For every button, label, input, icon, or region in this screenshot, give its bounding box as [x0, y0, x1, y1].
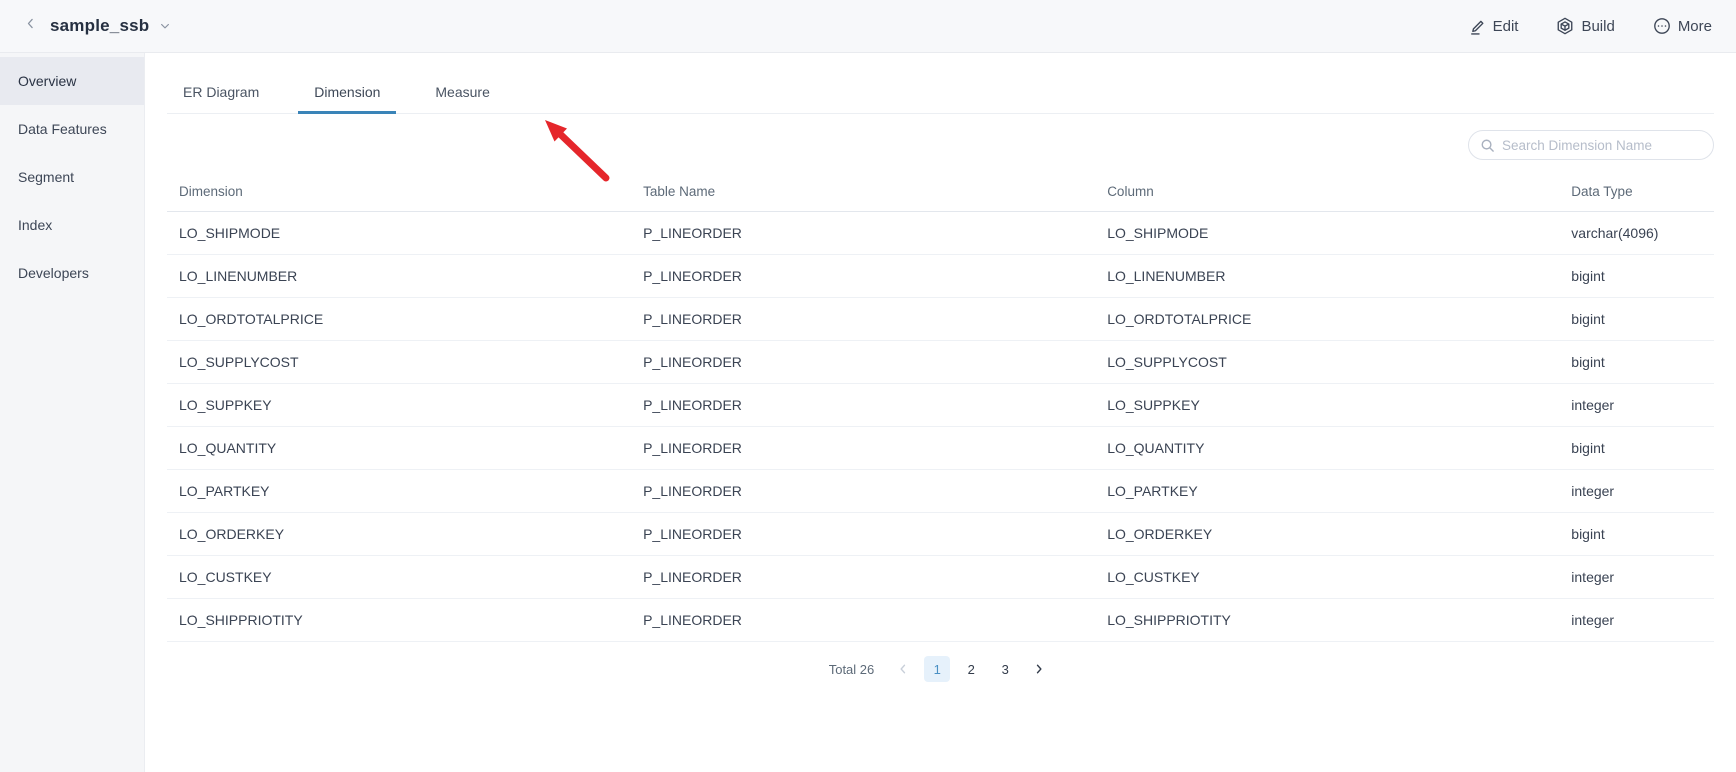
edit-label: Edit [1493, 18, 1519, 35]
table-row: LO_SHIPMODEP_LINEORDERLO_SHIPMODEvarchar… [167, 212, 1714, 255]
column-cell: LO_PARTKEY [1095, 470, 1559, 513]
dimension-cell: LO_ORDERKEY [167, 513, 631, 556]
dimension-cell: LO_SHIPMODE [167, 212, 631, 255]
data-type-cell: bigint [1559, 341, 1714, 384]
dimension-cell: LO_PARTKEY [167, 470, 631, 513]
table-row: LO_SHIPPRIOTITYP_LINEORDERLO_SHIPPRIOTIT… [167, 599, 1714, 642]
table-row: LO_ORDERKEYP_LINEORDERLO_ORDERKEYbigint [167, 513, 1714, 556]
data-type-cell: integer [1559, 384, 1714, 427]
build-button[interactable]: Build [1556, 17, 1614, 35]
search-icon [1480, 138, 1495, 153]
table-name-cell: P_LINEORDER [631, 212, 1095, 255]
table-row: LO_SUPPLYCOSTP_LINEORDERLO_SUPPLYCOSTbig… [167, 341, 1714, 384]
sidebar-item-overview[interactable]: Overview [0, 57, 144, 105]
dimension-cell: LO_SUPPKEY [167, 384, 631, 427]
tab-dimension[interactable]: Dimension [298, 75, 396, 114]
column-cell: LO_ORDTOTALPRICE [1095, 298, 1559, 341]
page-button-2[interactable]: 2 [958, 656, 984, 682]
column-header-column: Column [1095, 172, 1559, 212]
back-button[interactable] [24, 17, 37, 35]
column-cell: LO_SUPPLYCOST [1095, 341, 1559, 384]
column-cell: LO_SUPPKEY [1095, 384, 1559, 427]
more-button[interactable]: More [1653, 17, 1712, 35]
more-icon [1653, 17, 1671, 35]
dimension-cell: LO_ORDTOTALPRICE [167, 298, 631, 341]
table-name-cell: P_LINEORDER [631, 341, 1095, 384]
table-row: LO_PARTKEYP_LINEORDERLO_PARTKEYinteger [167, 470, 1714, 513]
dimension-cell: LO_LINENUMBER [167, 255, 631, 298]
table-row: LO_SUPPKEYP_LINEORDERLO_SUPPKEYinteger [167, 384, 1714, 427]
tab-bar: ER Diagram Dimension Measure [167, 75, 1714, 114]
data-type-cell: integer [1559, 470, 1714, 513]
sidebar-item-segment[interactable]: Segment [0, 153, 144, 201]
total-count-label: Total 26 [829, 662, 875, 677]
chevron-down-icon[interactable] [159, 20, 171, 32]
page-button-3[interactable]: 3 [992, 656, 1018, 682]
data-type-cell: bigint [1559, 255, 1714, 298]
sidebar: OverviewData FeaturesSegmentIndexDevelop… [0, 53, 145, 772]
main-content: ER DiagramDimensionMeasure DimensionTabl… [145, 53, 1736, 772]
prev-page-button[interactable] [890, 656, 916, 682]
sidebar-item-data-features[interactable]: Data Features [0, 105, 144, 153]
column-cell: LO_SHIPMODE [1095, 212, 1559, 255]
table-row: LO_LINENUMBERP_LINEORDERLO_LINENUMBERbig… [167, 255, 1714, 298]
data-type-cell: integer [1559, 599, 1714, 642]
chevron-left-icon [24, 17, 37, 35]
table-name-cell: P_LINEORDER [631, 513, 1095, 556]
data-type-cell: bigint [1559, 513, 1714, 556]
table-name-cell: P_LINEORDER [631, 599, 1095, 642]
column-cell: LO_QUANTITY [1095, 427, 1559, 470]
dimension-cell: LO_QUANTITY [167, 427, 631, 470]
table-row: LO_ORDTOTALPRICEP_LINEORDERLO_ORDTOTALPR… [167, 298, 1714, 341]
pencil-icon [1469, 18, 1486, 35]
topbar-actions: Edit Build More [1469, 17, 1712, 35]
table-name-cell: P_LINEORDER [631, 556, 1095, 599]
table-header-row: DimensionTable NameColumnData Type [167, 172, 1714, 212]
page-title: sample_ssb [50, 16, 149, 36]
dimension-cell: LO_SUPPLYCOST [167, 341, 631, 384]
table-row: LO_CUSTKEYP_LINEORDERLO_CUSTKEYinteger [167, 556, 1714, 599]
data-type-cell: bigint [1559, 298, 1714, 341]
search-input[interactable] [1502, 138, 1702, 153]
next-page-button[interactable] [1026, 656, 1052, 682]
dimension-cell: LO_SHIPPRIOTITY [167, 599, 631, 642]
table-name-cell: P_LINEORDER [631, 470, 1095, 513]
table-row: LO_QUANTITYP_LINEORDERLO_QUANTITYbigint [167, 427, 1714, 470]
search-box[interactable] [1468, 130, 1714, 160]
data-type-cell: integer [1559, 556, 1714, 599]
table-name-cell: P_LINEORDER [631, 384, 1095, 427]
pagination: Total 26 123 [167, 656, 1714, 682]
build-icon [1556, 17, 1574, 35]
table-name-cell: P_LINEORDER [631, 255, 1095, 298]
column-cell: LO_CUSTKEY [1095, 556, 1559, 599]
toolbar [167, 130, 1714, 160]
page-button-1[interactable]: 1 [924, 656, 950, 682]
column-cell: LO_LINENUMBER [1095, 255, 1559, 298]
column-cell: LO_SHIPPRIOTITY [1095, 599, 1559, 642]
table-name-cell: P_LINEORDER [631, 298, 1095, 341]
build-label: Build [1581, 18, 1614, 35]
dimension-table: DimensionTable NameColumnData Type LO_SH… [167, 172, 1714, 642]
more-label: More [1678, 18, 1712, 35]
column-header-data-type: Data Type [1559, 172, 1714, 212]
data-type-cell: varchar(4096) [1559, 212, 1714, 255]
topbar: sample_ssb Edit Build More [0, 0, 1736, 53]
column-header-dimension: Dimension [167, 172, 631, 212]
column-cell: LO_ORDERKEY [1095, 513, 1559, 556]
sidebar-item-developers[interactable]: Developers [0, 249, 144, 297]
table-name-cell: P_LINEORDER [631, 427, 1095, 470]
edit-button[interactable]: Edit [1469, 18, 1519, 35]
dimension-cell: LO_CUSTKEY [167, 556, 631, 599]
column-header-table-name: Table Name [631, 172, 1095, 212]
tab-measure[interactable]: Measure [419, 75, 505, 114]
data-type-cell: bigint [1559, 427, 1714, 470]
sidebar-item-index[interactable]: Index [0, 201, 144, 249]
tab-er-diagram[interactable]: ER Diagram [167, 75, 275, 114]
